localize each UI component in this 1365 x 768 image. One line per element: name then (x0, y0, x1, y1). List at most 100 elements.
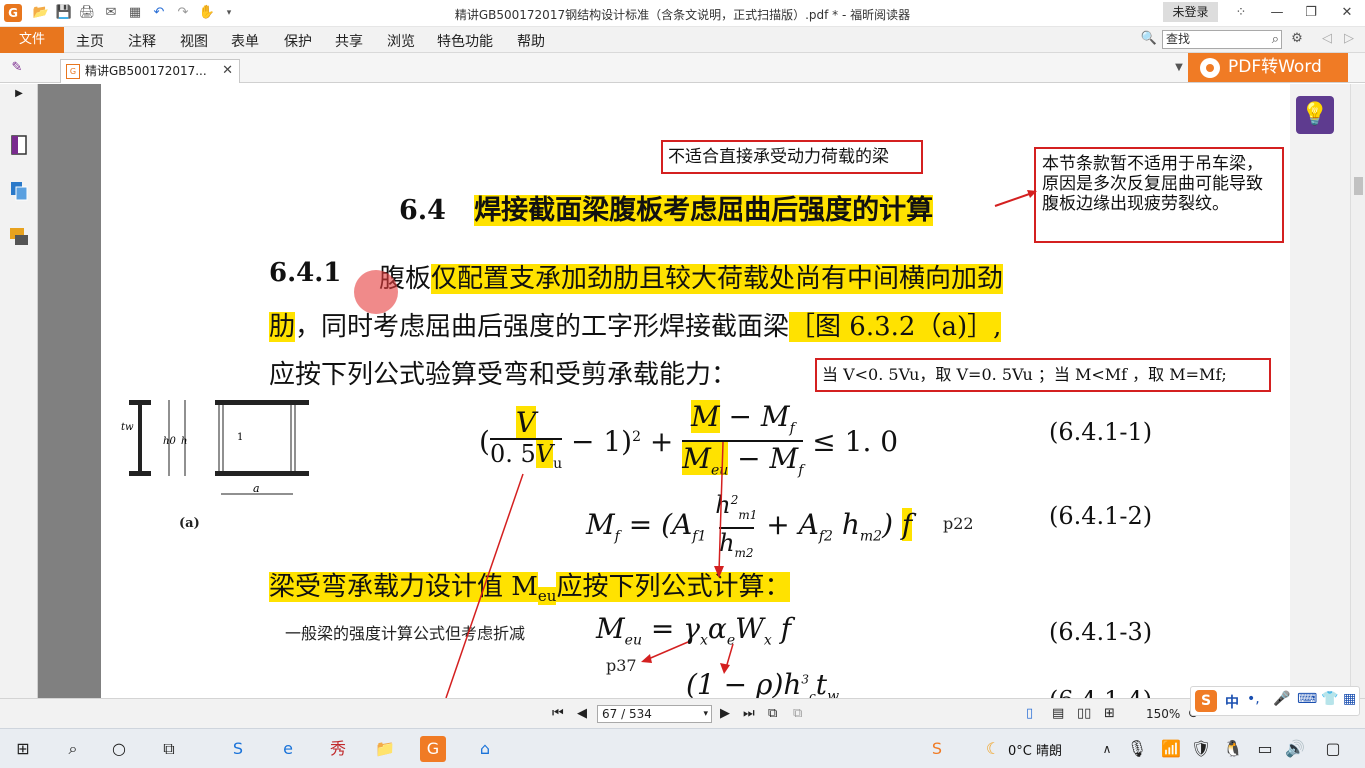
battery-icon[interactable]: ▭ (1252, 736, 1278, 762)
status-bar: ⏮ ◀ 67 / 534 ▾ ▶ ⏭ ⧉ ⧉ ▯ ▤ ▯▯ ⊞ 150% ⊖ (0, 698, 1365, 728)
menu-browse[interactable]: 浏览 (387, 31, 415, 51)
edge-icon[interactable]: e (275, 736, 301, 762)
file-menu[interactable]: 文件 (0, 27, 64, 53)
search-icon[interactable]: ⌕ (1272, 31, 1279, 48)
document-tab-label: 精讲GB500172017... (85, 64, 207, 78)
menu-bar: 文件 主页 注释 视图 表单 保护 共享 浏览 特色功能 帮助 🔍 查找 ⌕ ⚙… (0, 27, 1365, 53)
undo-icon[interactable]: ↶ (150, 4, 168, 22)
security-shield-icon[interactable]: 🛡 (1188, 736, 1214, 762)
qq-icon[interactable]: 🐧 (1220, 736, 1246, 762)
menu-form[interactable]: 表单 (231, 31, 259, 51)
prev-page-icon[interactable]: ◀ (577, 706, 587, 721)
tab-list-dropdown-icon[interactable]: ▼ (1170, 59, 1188, 77)
notification-icon[interactable]: ▢ (1320, 736, 1346, 762)
previous-view-icon[interactable]: ⧉ (768, 706, 777, 721)
next-page-icon[interactable]: ▶ (720, 706, 730, 721)
page-number-input[interactable]: 67 / 534 ▾ (597, 705, 712, 723)
find-icon[interactable]: 🔍 (1140, 30, 1158, 48)
weather-text[interactable]: 0°C 晴朗 (1008, 740, 1062, 759)
print-icon[interactable]: 🖨 (78, 4, 96, 22)
next-view-icon[interactable]: ⧉ (793, 706, 802, 721)
open-icon[interactable]: 📂 (32, 4, 50, 22)
forward-icon[interactable]: ▷ (1340, 30, 1358, 48)
comments-icon[interactable] (9, 226, 29, 248)
zoom-level[interactable]: 150% (1146, 707, 1180, 721)
help-grid-icon[interactable]: ⁘ (1226, 3, 1256, 23)
continuous-page-icon[interactable]: ▤ (1052, 706, 1064, 721)
vertical-scrollbar[interactable] (1350, 84, 1365, 698)
network-icon[interactable]: 📶 (1158, 736, 1184, 762)
redo-icon[interactable]: ↷ (174, 4, 192, 22)
pdf-to-word-label: PDF转Word (1228, 57, 1322, 77)
ime-voice-icon[interactable]: 🎤 (1273, 691, 1290, 707)
page-dropdown-icon[interactable]: ▾ (703, 706, 708, 722)
xiu-app-icon[interactable]: 秀 (325, 736, 351, 762)
title-bar: G 📂 💾 🖨 ✉ ▦ ↶ ↷ ✋ ▾ 精讲GB500172017钢结构设计标准… (0, 0, 1365, 27)
menu-home[interactable]: 主页 (76, 31, 104, 51)
menu-help[interactable]: 帮助 (517, 31, 545, 51)
last-page-icon[interactable]: ⏭ (743, 706, 755, 721)
minimize-button[interactable]: — (1262, 3, 1292, 23)
ime-menu-icon[interactable]: ▦ (1343, 691, 1356, 707)
right-panel: 💡 (1290, 84, 1350, 698)
ime-toolbar[interactable]: S 中 •, 🎤 ⌨ 👕 ▦ (1190, 686, 1360, 716)
settings-gear-icon[interactable]: ⚙ (1288, 30, 1306, 48)
ime-language-label[interactable]: 中 (1225, 692, 1239, 712)
login-button[interactable]: 未登录 (1163, 2, 1218, 22)
volume-icon[interactable]: 🔊 (1282, 736, 1308, 762)
expand-sidebar-icon[interactable]: ▶ (9, 88, 29, 110)
menu-protect[interactable]: 保护 (284, 31, 312, 51)
ime-punctuation-icon[interactable]: •, (1247, 691, 1260, 707)
document-tab[interactable]: G 精讲GB500172017... ✕ (60, 59, 240, 83)
close-button[interactable]: ✕ (1332, 3, 1362, 23)
cortana-icon[interactable]: ○ (106, 736, 132, 762)
search-taskbar-icon[interactable]: ⌕ (60, 736, 86, 762)
search-placeholder: 查找 (1166, 32, 1191, 46)
foxit-logo-icon[interactable]: G (4, 4, 22, 22)
page-thumbnail-icon[interactable] (9, 134, 29, 156)
tray-expand-icon[interactable]: ∧ (1094, 736, 1120, 762)
menu-view[interactable]: 视图 (180, 31, 208, 51)
menu-features[interactable]: 特色功能 (437, 31, 493, 51)
save-icon[interactable]: 💾 (55, 4, 73, 22)
pdf-page: 不适合直接承受动力荷载的梁 6.4 焊接截面梁腹板考虑屈曲后强度的计算 本节条款… (101, 84, 1323, 698)
document-viewer[interactable]: 不适合直接承受动力荷载的梁 6.4 焊接截面梁腹板考虑屈曲后强度的计算 本节条款… (38, 84, 1350, 698)
page-number-value: 67 / 534 (602, 707, 652, 721)
task-view-icon[interactable]: ⧉ (156, 736, 182, 762)
pdf-file-icon: G (66, 64, 80, 79)
windows-start-icon[interactable]: ⊞ (10, 736, 36, 762)
scrollbar-thumb[interactable] (1354, 177, 1363, 195)
ime-keyboard-icon[interactable]: ⌨ (1297, 691, 1317, 707)
microphone-icon[interactable]: 🎙 (1124, 736, 1150, 762)
foxit-reader-taskbar-icon[interactable]: G (420, 736, 446, 762)
facing-page-icon[interactable]: ▯▯ (1077, 706, 1091, 721)
menu-comment[interactable]: 注释 (128, 31, 156, 51)
hand-tool-icon[interactable]: ✋ (198, 4, 216, 22)
convert-logo-icon (1200, 58, 1220, 78)
layers-icon[interactable] (9, 180, 29, 202)
sign-tool-icon[interactable]: ✎ (8, 59, 26, 77)
file-explorer-icon[interactable]: 📁 (372, 736, 398, 762)
weather-moon-icon[interactable]: ☾ (980, 736, 1006, 762)
sogou-browser-icon[interactable]: S (225, 736, 251, 762)
home-app-icon[interactable]: ⌂ (472, 736, 498, 762)
properties-icon[interactable]: ▦ (126, 4, 144, 22)
pdf-to-word-button[interactable]: PDF转Word (1188, 53, 1348, 82)
annotation-arrows (445, 441, 734, 698)
maximize-button[interactable]: ❐ (1296, 3, 1326, 23)
customize-dropdown-icon[interactable]: ▾ (220, 4, 238, 22)
back-icon[interactable]: ◁ (1318, 30, 1336, 48)
sogou-ime-icon[interactable]: S (1195, 690, 1217, 712)
first-page-icon[interactable]: ⏮ (552, 706, 564, 721)
left-sidebar: ▶ (0, 84, 38, 698)
search-input[interactable]: 查找 ⌕ (1162, 30, 1282, 49)
tab-close-icon[interactable]: ✕ (222, 60, 233, 82)
windows-taskbar: ⊞ ⌕ ○ ⧉ S e 秀 📁 G ⌂ S ☾ 0°C 晴朗 ∧ 🎙 📶 🛡 🐧… (0, 728, 1365, 768)
menu-share[interactable]: 共享 (335, 31, 363, 51)
email-icon[interactable]: ✉ (102, 4, 120, 22)
continuous-facing-icon[interactable]: ⊞ (1104, 706, 1115, 721)
single-page-icon[interactable]: ▯ (1026, 706, 1033, 721)
lightbulb-icon[interactable]: 💡 (1296, 96, 1334, 134)
ime-skin-icon[interactable]: 👕 (1321, 691, 1338, 707)
sogou-tray-icon[interactable]: S (924, 736, 950, 762)
